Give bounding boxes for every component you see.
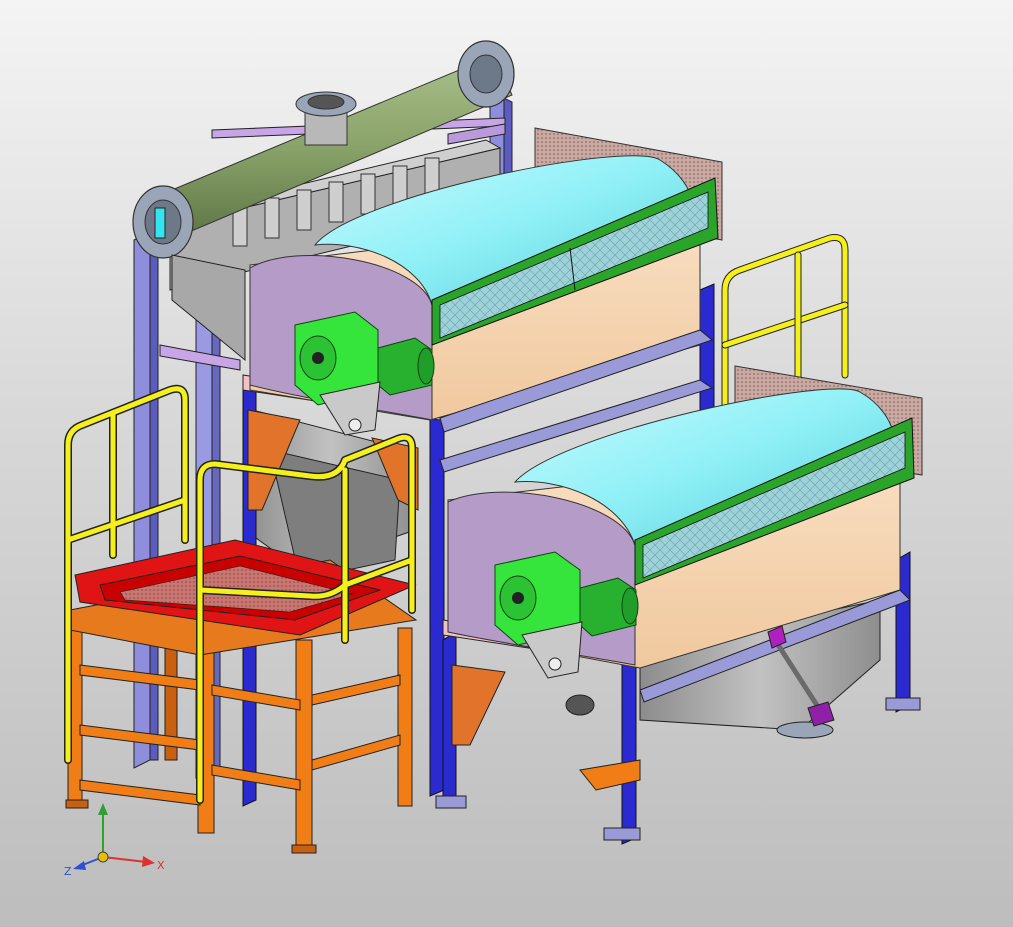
- cad-viewport[interactable]: X Y Z: [0, 0, 1013, 927]
- x-axis-arrow: [142, 856, 155, 867]
- x-axis-label: X: [157, 859, 165, 872]
- x-axis: [102, 856, 147, 863]
- y-axis-arrow: [98, 803, 108, 815]
- triad-origin: [97, 851, 109, 863]
- axis-triad: X Y Z: [64, 803, 165, 878]
- access-platform[interactable]: [65, 539, 418, 854]
- z-axis-label: Z: [64, 865, 72, 878]
- lower-magnetic-separator[interactable]: [435, 365, 923, 845]
- z-axis-arrow: [73, 861, 86, 870]
- magnetic-separator-assembly-model[interactable]: X Y Z: [0, 0, 1013, 927]
